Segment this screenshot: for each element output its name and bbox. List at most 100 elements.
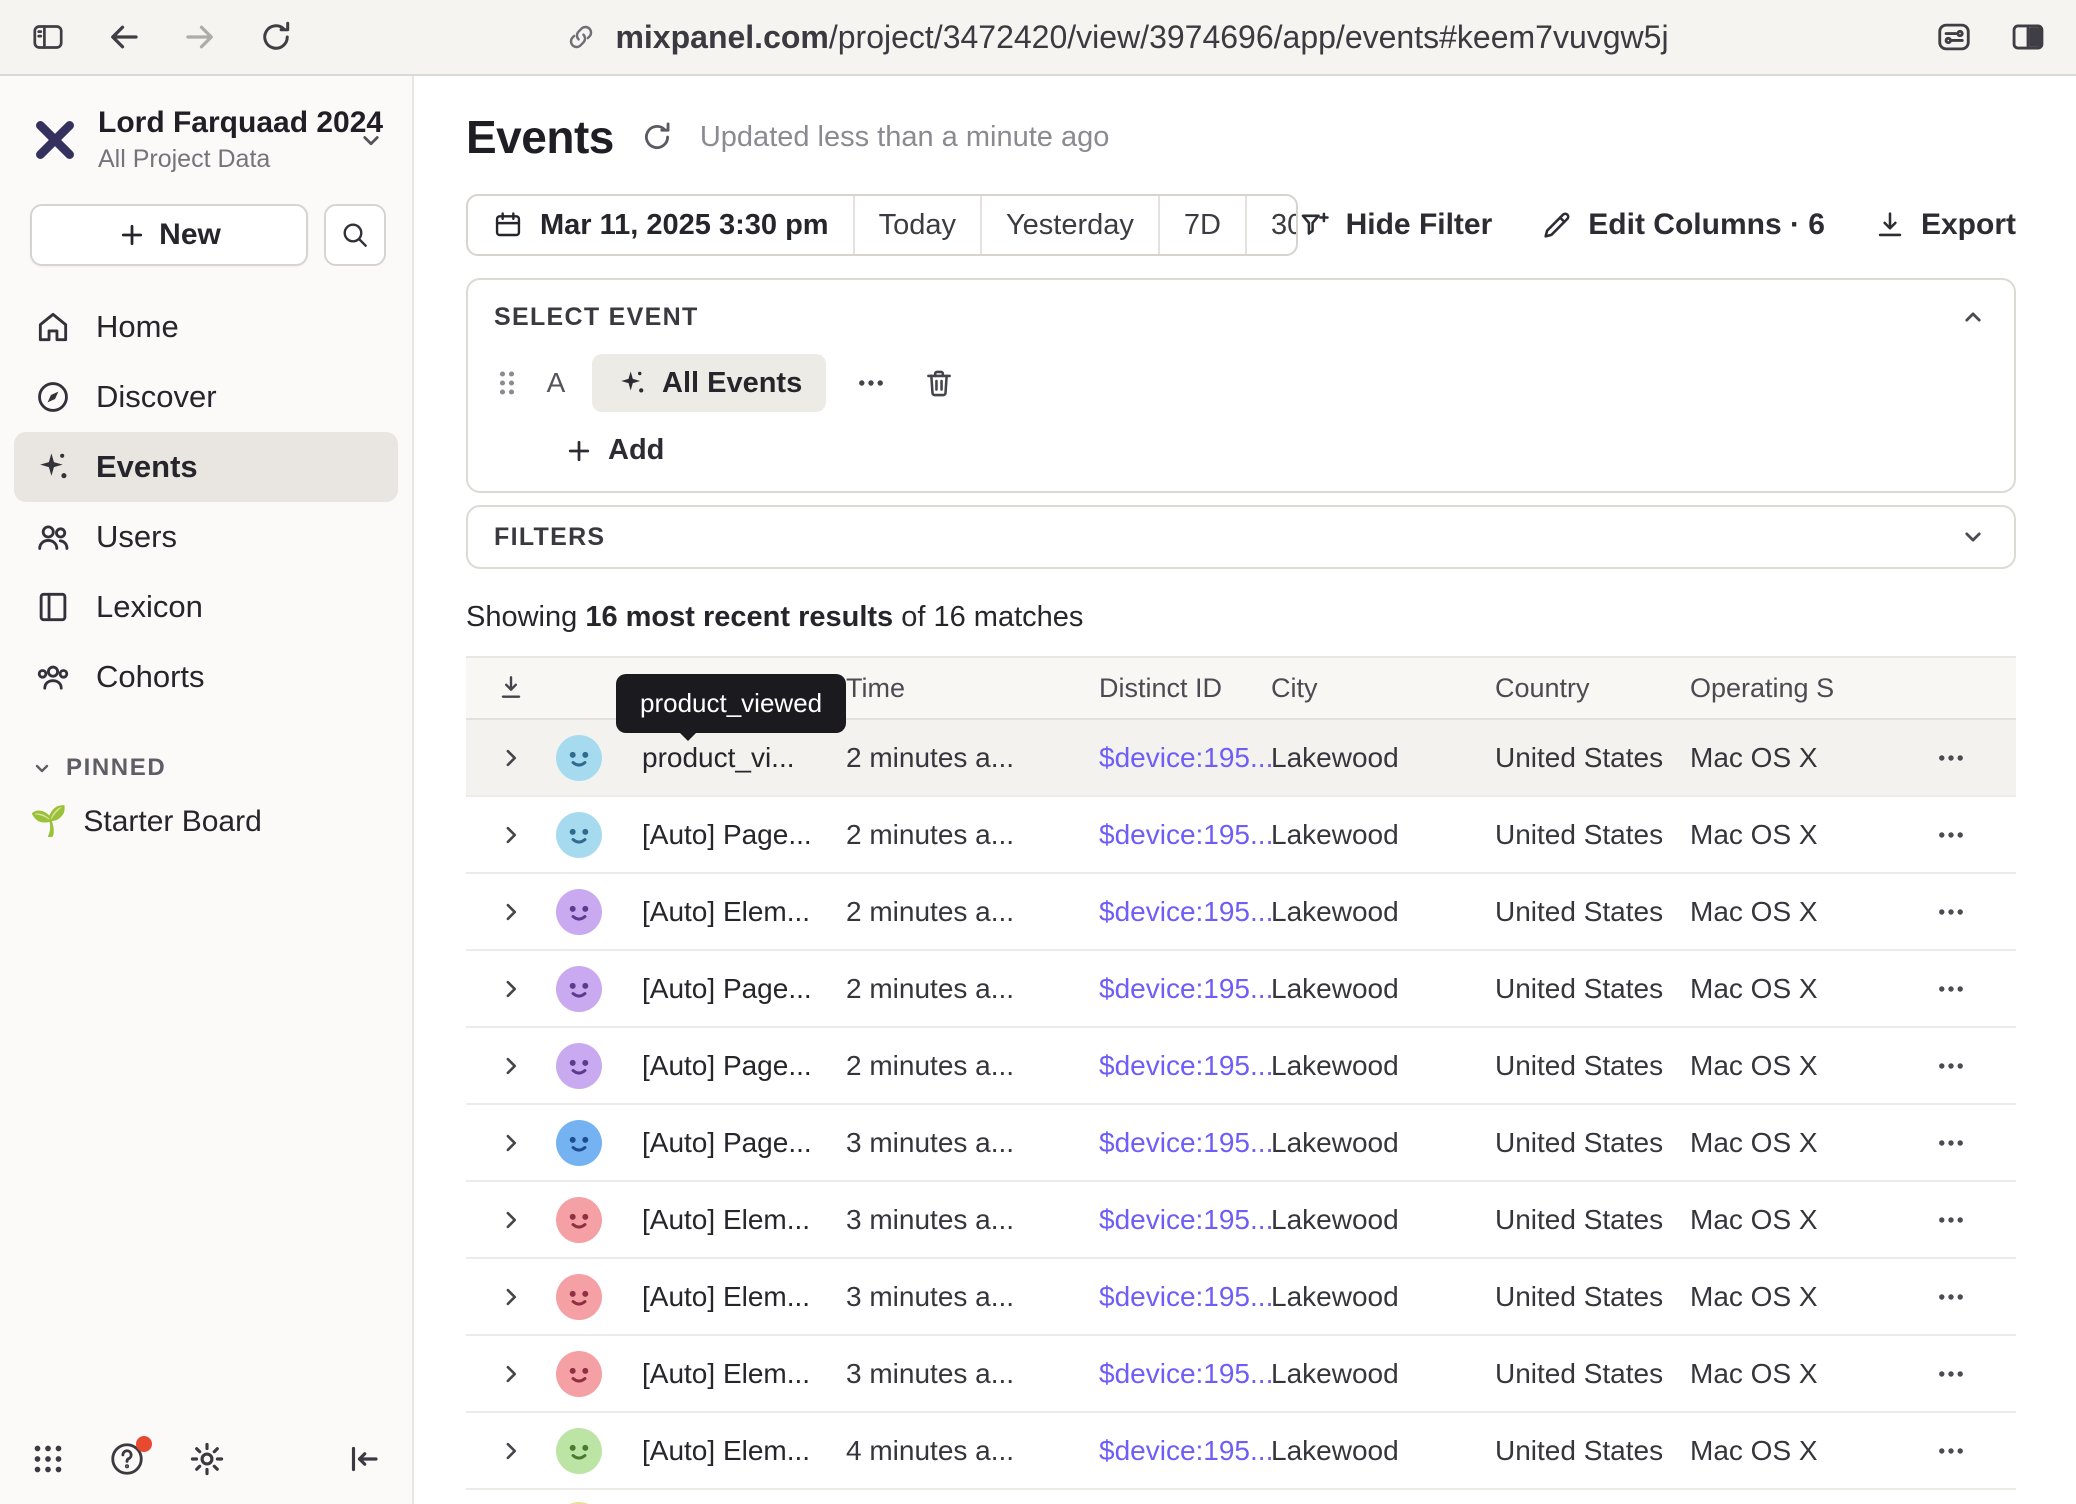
browser-forward-icon[interactable] xyxy=(180,17,220,57)
city: Lakewood xyxy=(1271,973,1495,1005)
row-actions-button[interactable] xyxy=(1886,972,2016,1006)
row-actions-button[interactable] xyxy=(1886,741,2016,775)
row-expand-chevron-icon[interactable] xyxy=(466,1282,556,1312)
split-view-icon[interactable] xyxy=(2008,17,2048,57)
distinct-id-link[interactable]: $device:195... xyxy=(1099,1050,1271,1082)
pinned-header-label: PINNED xyxy=(66,754,166,782)
events-table: product_viewed Time Distinct ID City Cou… xyxy=(466,656,2016,1504)
drag-handle-icon[interactable] xyxy=(494,368,520,398)
event-selector-button[interactable]: All Events xyxy=(592,354,826,412)
sidebar-item-starter-board[interactable]: 🌱 Starter Board xyxy=(0,794,412,849)
sidebar-item-home[interactable]: Home xyxy=(14,292,398,362)
apps-grid-icon[interactable] xyxy=(30,1441,66,1477)
collapse-panel-chevron-up-icon[interactable] xyxy=(1958,302,1988,332)
sidebar-item-events[interactable]: Events xyxy=(14,432,398,502)
city: Lakewood xyxy=(1271,1281,1495,1313)
range-today[interactable]: Today xyxy=(853,196,980,254)
distinct-id-link[interactable]: $device:195... xyxy=(1099,1127,1271,1159)
sidebar-item-users[interactable]: Users xyxy=(14,502,398,572)
distinct-id-link[interactable]: $device:195... xyxy=(1099,742,1271,774)
column-header-time[interactable]: Time xyxy=(846,673,1099,704)
distinct-id-link[interactable]: $device:195... xyxy=(1099,1281,1271,1313)
export-button[interactable]: Export xyxy=(1873,208,2016,242)
table-row[interactable]: [Auto] Elem... 3 minutes a... $device:19… xyxy=(466,1182,2016,1259)
table-row[interactable]: [Auto] Page... 3 minutes a... $device:19… xyxy=(466,1105,2016,1182)
table-row[interactable]: [Auto] Elem... 3 minutes a... $device:19… xyxy=(466,1336,2016,1413)
event-more-options-button[interactable] xyxy=(848,366,894,400)
row-expand-chevron-icon[interactable] xyxy=(466,974,556,1004)
row-expand-chevron-icon[interactable] xyxy=(466,820,556,850)
column-header-country[interactable]: Country xyxy=(1495,673,1690,704)
country: United States xyxy=(1495,1204,1690,1236)
city: Lakewood xyxy=(1271,1050,1495,1082)
table-row[interactable]: [Auto] Page... 2 minutes a... $device:19… xyxy=(466,1028,2016,1105)
delete-event-trash-icon[interactable] xyxy=(916,366,962,400)
add-event-button[interactable]: Add xyxy=(494,434,1988,467)
table-row[interactable] xyxy=(466,1490,2016,1504)
row-expand-chevron-icon[interactable] xyxy=(466,1051,556,1081)
workspace-switcher[interactable]: Lord Farquaad 2024 All Project Data xyxy=(0,100,412,180)
table-row[interactable]: [Auto] Elem... 2 minutes a... $device:19… xyxy=(466,874,2016,951)
column-header-distinct-id[interactable]: Distinct ID xyxy=(1099,673,1271,704)
operating-system: Mac OS X xyxy=(1690,1281,1886,1313)
browser-back-icon[interactable] xyxy=(104,17,144,57)
operating-system: Mac OS X xyxy=(1690,1435,1886,1467)
row-actions-button[interactable] xyxy=(1886,1280,2016,1314)
row-expand-chevron-icon[interactable] xyxy=(466,1359,556,1389)
browser-sidebar-toggle-icon[interactable] xyxy=(28,17,68,57)
address-bar[interactable]: mixpanel.com/project/3472420/view/397469… xyxy=(322,17,1908,57)
table-row[interactable]: [Auto] Page... 2 minutes a... $device:19… xyxy=(466,951,2016,1028)
row-expand-chevron-icon[interactable] xyxy=(466,1205,556,1235)
settings-gear-icon[interactable] xyxy=(188,1440,226,1478)
row-actions-button[interactable] xyxy=(1886,1357,2016,1391)
row-actions-button[interactable] xyxy=(1886,1049,2016,1083)
row-expand-chevron-icon[interactable] xyxy=(466,743,556,773)
table-row[interactable]: [Auto] Elem... 3 minutes a... $device:19… xyxy=(466,1259,2016,1336)
distinct-id-link[interactable]: $device:195... xyxy=(1099,1358,1271,1390)
distinct-id-link[interactable]: $device:195... xyxy=(1099,896,1271,928)
column-header-os[interactable]: Operating S xyxy=(1690,673,1886,704)
expand-filters-chevron-down-icon[interactable] xyxy=(1958,522,1988,552)
browser-reload-icon[interactable] xyxy=(256,17,296,57)
search-button[interactable] xyxy=(324,204,386,266)
distinct-id-link[interactable]: $device:195... xyxy=(1099,1204,1271,1236)
workspace-subtitle: All Project Data xyxy=(98,145,338,174)
collapse-sidebar-icon[interactable] xyxy=(346,1441,382,1477)
event-avatar xyxy=(556,812,602,858)
row-expand-chevron-icon[interactable] xyxy=(466,1128,556,1158)
row-actions-button[interactable] xyxy=(1886,818,2016,852)
filter-plus-icon xyxy=(1298,208,1332,242)
row-actions-button[interactable] xyxy=(1886,895,2016,929)
range-yesterday[interactable]: Yesterday xyxy=(980,196,1158,254)
sidebar-item-lexicon[interactable]: Lexicon xyxy=(14,572,398,642)
hide-filter-button[interactable]: Hide Filter xyxy=(1298,208,1493,242)
date-picker-button[interactable]: Mar 11, 2025 3:30 pm xyxy=(468,196,853,254)
table-row[interactable]: [Auto] Page... 2 minutes a... $device:19… xyxy=(466,797,2016,874)
distinct-id-link[interactable]: $device:195... xyxy=(1099,973,1271,1005)
row-expand-chevron-icon[interactable] xyxy=(466,897,556,927)
operating-system: Mac OS X xyxy=(1690,1358,1886,1390)
edit-columns-button[interactable]: Edit Columns · 6 xyxy=(1540,208,1825,242)
sidebar-item-discover[interactable]: Discover xyxy=(14,362,398,432)
new-button[interactable]: New xyxy=(30,204,308,266)
range-7d[interactable]: 7D xyxy=(1158,196,1245,254)
help-button[interactable] xyxy=(108,1440,146,1478)
column-header-city[interactable]: City xyxy=(1271,673,1495,704)
row-actions-button[interactable] xyxy=(1886,1203,2016,1237)
browser-page-settings-icon[interactable] xyxy=(1934,17,1974,57)
row-actions-button[interactable] xyxy=(1886,1126,2016,1160)
row-expand-chevron-icon[interactable] xyxy=(466,1436,556,1466)
distinct-id-link[interactable]: $device:195... xyxy=(1099,1435,1271,1467)
table-row[interactable]: [Auto] Elem... 4 minutes a... $device:19… xyxy=(466,1413,2016,1490)
jump-to-latest-icon[interactable] xyxy=(466,672,556,704)
page-title: Events xyxy=(466,110,614,164)
range-30d[interactable]: 30D xyxy=(1245,196,1298,254)
operating-system: Mac OS X xyxy=(1690,742,1886,774)
pinned-section-toggle[interactable]: PINNED xyxy=(0,712,412,794)
pencil-icon xyxy=(1540,208,1574,242)
row-actions-button[interactable] xyxy=(1886,1434,2016,1468)
event-time: 3 minutes a... xyxy=(846,1358,1099,1390)
sidebar-item-cohorts[interactable]: Cohorts xyxy=(14,642,398,712)
distinct-id-link[interactable]: $device:195... xyxy=(1099,819,1271,851)
refresh-icon[interactable] xyxy=(640,120,674,154)
